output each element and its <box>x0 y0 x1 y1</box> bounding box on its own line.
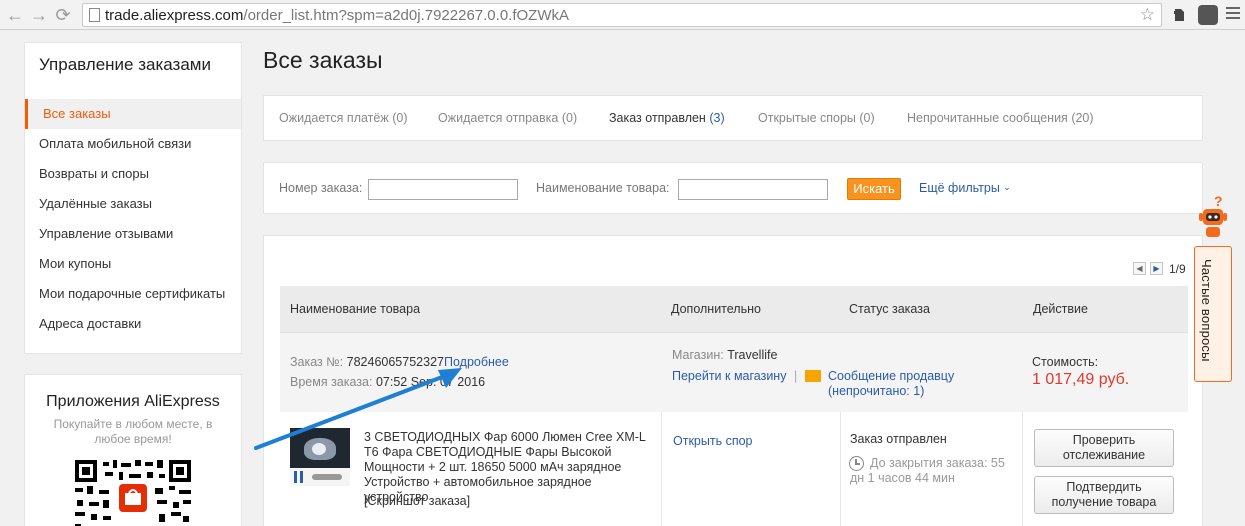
product-name-input[interactable] <box>678 179 828 200</box>
unread-count[interactable]: (непрочитано: 1) <box>828 384 924 398</box>
page-title: Все заказы <box>263 47 383 73</box>
tab-open-disputes[interactable]: Открытые споры (0) <box>758 111 875 125</box>
apps-promo: Приложения AliExpress Покупайте в любом … <box>24 374 242 526</box>
chevron-down-icon: ⌄ <box>1003 182 1011 192</box>
order-number-input[interactable] <box>368 179 518 200</box>
address-bar[interactable]: trade.aliexpress.com/order_list.htm?spm=… <box>82 3 1162 27</box>
pager-next-button[interactable]: ▶ <box>1150 262 1163 275</box>
faq-tab[interactable]: Частые вопросы <box>1194 246 1232 382</box>
scrollbar[interactable] <box>1232 30 1245 526</box>
confirm-receipt-button[interactable]: Подтвердить получение товара <box>1034 476 1174 514</box>
table-header: Наименование товара Дополнительно Статус… <box>280 286 1188 332</box>
sidebar-item-reviews[interactable]: Управление отзывами <box>25 219 241 249</box>
back-arrow-icon[interactable]: ← <box>4 4 26 26</box>
forward-arrow-icon[interactable]: → <box>28 4 50 26</box>
order-status: Заказ отправлен <box>850 432 947 446</box>
browser-menu-icon[interactable] <box>1226 7 1240 23</box>
qr-code <box>75 460 191 526</box>
evernote-extension-icon[interactable] <box>1170 6 1188 24</box>
sidebar-item-coupons[interactable]: Мои купоны <box>25 249 241 279</box>
pager-prev-button[interactable]: ◀ <box>1133 262 1146 275</box>
reload-icon[interactable]: ⟳ <box>52 4 74 26</box>
order-status-tabs: Ожидается платёж (0) Ожидается отправка … <box>263 95 1203 141</box>
order-number-label: Номер заказа: <box>279 181 363 195</box>
open-dispute-link[interactable]: Открыть спор <box>673 434 753 448</box>
message-seller-link[interactable]: Сообщение продавцу <box>828 369 954 383</box>
tab-shipped[interactable]: Заказ отправлен (3) <box>609 111 725 125</box>
go-to-store-link[interactable]: Перейти к магазину <box>672 369 786 383</box>
faq-label: Частые вопросы <box>1199 259 1214 362</box>
tab-awaiting-payment[interactable]: Ожидается платёж (0) <box>279 111 407 125</box>
sidebar-item-gift-cards[interactable]: Мои подарочные сертификаты <box>25 279 241 309</box>
envelope-icon <box>805 370 821 382</box>
filter-bar: Номер заказа: Наименование товара: Искат… <box>263 162 1203 214</box>
apps-title: Приложения AliExpress <box>46 393 220 410</box>
cost-label: Стоимость: <box>1032 355 1099 369</box>
store-name: Магазин: Travellife <box>672 348 778 362</box>
sidebar-item-returns[interactable]: Возвраты и споры <box>25 159 241 189</box>
apps-subtitle: Покупайте в любом месте, в любое время! <box>53 417 213 446</box>
robot-icon[interactable]: ? <box>1197 195 1229 247</box>
url-text: trade.aliexpress.com/order_list.htm?spm=… <box>105 7 569 24</box>
order-snapshot-link[interactable]: [Скриншот заказа] <box>364 494 470 508</box>
svg-text:?: ? <box>1214 195 1223 209</box>
order-price: 1 017,49 руб. <box>1032 371 1130 388</box>
close-countdown: До закрытия заказа: 55 дн 1 часов 44 мин <box>850 456 1005 485</box>
pager-count: 1/9 <box>1169 262 1186 276</box>
column-action: Действие <box>1033 302 1088 316</box>
extension-icon[interactable] <box>1198 5 1218 25</box>
column-divider <box>840 412 841 526</box>
column-status: Статус заказа <box>849 302 930 316</box>
column-divider <box>1022 412 1023 526</box>
page-icon <box>89 8 100 22</box>
separator: | <box>794 369 798 383</box>
column-divider <box>661 412 662 526</box>
sidebar-item-addresses[interactable]: Адреса доставки <box>25 309 241 339</box>
sidebar-item-all-orders[interactable]: Все заказы <box>25 99 241 129</box>
browser-toolbar: ← → ⟳ trade.aliexpress.com/order_list.ht… <box>0 0 1245 30</box>
column-product: Наименование товара <box>290 302 421 316</box>
bookmark-star-icon[interactable]: ☆ <box>1140 5 1155 25</box>
annotation-arrow <box>254 368 462 450</box>
track-shipment-button[interactable]: Проверить отслеживание <box>1034 429 1174 467</box>
sidebar-title: Управление заказами <box>39 55 211 74</box>
product-name-label: Наименование товара: <box>536 181 670 195</box>
sidebar-item-mobile-payment[interactable]: Оплата мобильной связи <box>25 129 241 159</box>
tab-awaiting-shipment[interactable]: Ожидается отправка (0) <box>438 111 577 125</box>
more-filters-link[interactable]: Ещё фильтры ⌄ <box>919 181 1011 195</box>
search-button[interactable]: Искать <box>847 178 901 200</box>
order-management-sidebar: Управление заказами Все заказы Оплата мо… <box>24 42 242 354</box>
tab-unread-messages[interactable]: Непрочитанные сообщения (20) <box>907 111 1094 125</box>
column-additional: Дополнительно <box>671 302 761 316</box>
sidebar-item-deleted-orders[interactable]: Удалённые заказы <box>25 189 241 219</box>
